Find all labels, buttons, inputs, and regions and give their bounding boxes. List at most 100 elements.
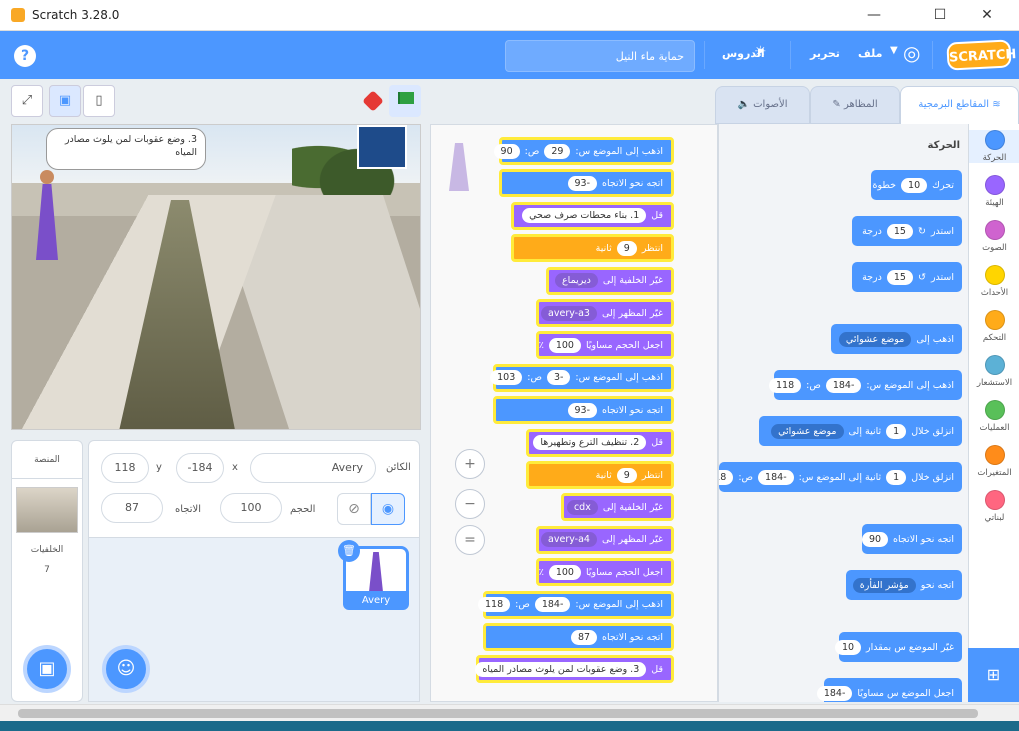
palette-block[interactable]: انزلق خلال 1 ثانية إلى الموضع س: -184 ص: 18 [719, 462, 962, 492]
block-input[interactable]: 103 [490, 370, 523, 386]
script-block[interactable]: غيّر الخلفية إلى ديريماع [546, 266, 674, 295]
palette-block[interactable]: انزلق خلال 1 ثانية إلى موضع عشوائي [759, 416, 962, 446]
block-input[interactable]: -184 [758, 469, 794, 485]
script-block[interactable]: اجعل الحجم مساويًا 100 ٪ [536, 331, 674, 360]
block-input[interactable]: 1. بناء محطات صرف صحي [522, 208, 647, 224]
block-dropdown[interactable]: موضع عشوائي [771, 423, 844, 439]
script-block[interactable]: غيّر المظهر إلى avery-a4 [536, 525, 674, 554]
green-flag-icon[interactable] [389, 85, 421, 117]
block-input[interactable]: avery-a4 [541, 532, 597, 548]
block-input[interactable]: 29 [544, 143, 571, 159]
globe-icon[interactable]: ◎ [903, 41, 920, 65]
block-input[interactable]: 18 [719, 469, 734, 485]
block-input[interactable]: 10 [834, 639, 862, 655]
block-input[interactable]: cdx [566, 499, 598, 515]
category-3[interactable]: الأحداث [969, 265, 1019, 298]
block-dropdown[interactable]: موضع عشوائي [838, 331, 912, 347]
show-eye-icon[interactable]: ◉ [371, 493, 405, 525]
palette-block[interactable]: اذهب إلى الموضع س: -184 ص: 118 [769, 370, 962, 400]
block-input[interactable]: -3 [546, 370, 571, 386]
fullscreen-icon[interactable]: ⤢ [11, 85, 43, 117]
hide-eye-icon[interactable]: ⊘ [337, 493, 371, 525]
script-block[interactable]: اذهب إلى الموضع س: -3 ص: 103 [490, 363, 674, 392]
close-button[interactable]: ✕ [967, 4, 1007, 26]
block-input[interactable]: 100 [548, 337, 581, 353]
block-input[interactable]: -93 [567, 175, 598, 191]
palette-block[interactable]: اتجه نحو الاتجاه 90 [861, 524, 962, 554]
x-input[interactable]: -184 [176, 453, 224, 483]
script-block[interactable]: اتجه نحو الاتجاه -93 [493, 396, 674, 425]
category-6[interactable]: العمليات [969, 400, 1019, 433]
palette-block[interactable]: اجعل الموضع س مساويًا -184 [816, 678, 962, 702]
block-input[interactable]: 100 [548, 564, 581, 580]
edit-menu[interactable]: تحرير [810, 47, 840, 60]
script-area[interactable]: اذهب إلى الموضع س: 29 ص: 90 اتجه نحو الاتجاه… [430, 124, 718, 702]
zoom-out-icon[interactable]: − [455, 489, 485, 519]
maximize-button[interactable]: ☐ [920, 4, 960, 26]
palette-block[interactable]: استدر ↺ 15 درجة [852, 262, 962, 292]
block-input[interactable]: 3. وضع عقوبات لمن يلوث مصادر المياه [475, 661, 647, 677]
avery-sprite[interactable] [34, 170, 60, 260]
script-block[interactable]: اتجه نحو الاتجاه -93 [499, 169, 674, 198]
script-block[interactable]: انتظر 9 ثانية [511, 234, 674, 263]
block-input[interactable]: avery-a3 [541, 305, 597, 321]
choose-backdrop-button[interactable]: ▣ [23, 645, 71, 693]
block-input[interactable]: 90 [493, 143, 520, 159]
small-stage-icon[interactable]: ▣ [49, 85, 81, 117]
block-input[interactable]: 1 [886, 423, 907, 439]
script-block[interactable]: غيّر المظهر إلى avery-a3 [536, 299, 674, 327]
block-input[interactable]: 15 [886, 223, 913, 239]
add-extension-icon[interactable]: ⊞ [968, 648, 1019, 702]
category-4[interactable]: التحكم [969, 310, 1019, 343]
scrollbar-thumb[interactable] [18, 709, 978, 718]
block-input[interactable]: ديريماع [555, 273, 598, 289]
block-input[interactable]: 118 [769, 377, 802, 393]
script-block[interactable]: قل 1. بناء محطات صرف صحي [511, 201, 674, 230]
tab-sounds[interactable]: 🔈 الأصوات [715, 86, 810, 124]
scratch-logo[interactable]: SCRATCH [946, 39, 1017, 71]
block-input[interactable]: 15 [886, 269, 913, 285]
zoom-in-icon[interactable]: + [455, 449, 485, 479]
help-icon[interactable]: ? [14, 45, 36, 67]
large-stage-icon[interactable]: ▯ [83, 85, 115, 117]
script-block[interactable]: قل 2. تنظيف الترع وتطهيرها [526, 428, 674, 457]
block-input[interactable]: -184 [534, 597, 571, 613]
size-input[interactable]: 100 [220, 493, 282, 523]
choose-sprite-button[interactable]: ☺ [102, 645, 150, 693]
category-0[interactable]: الحركة [969, 130, 1019, 163]
block-dropdown[interactable]: مؤشر الفأرة [852, 577, 916, 593]
block-input[interactable]: -184 [816, 685, 853, 701]
script-block[interactable]: اجعل الحجم مساويًا 100 ٪ [536, 558, 674, 587]
script-block[interactable]: اذهب إلى الموضع س: -184 ص: 118 [478, 590, 674, 619]
direction-input[interactable]: 87 [101, 493, 163, 523]
block-input[interactable]: -93 [567, 402, 598, 418]
block-input[interactable]: 1 [886, 469, 907, 485]
script-block[interactable]: انتظر 9 ثانية [526, 461, 674, 489]
block-input[interactable]: 118 [478, 597, 511, 613]
palette-block[interactable]: تحرك 10 خطوة [871, 170, 962, 200]
block-input[interactable]: 90 [861, 531, 889, 547]
palette-block[interactable]: اتجه نحو مؤشر الفأرة [846, 570, 962, 600]
block-input[interactable]: -184 [825, 377, 862, 393]
block-input[interactable]: 9 [616, 467, 637, 483]
category-8[interactable]: لبناتي [969, 490, 1019, 523]
horizontal-scrollbar[interactable] [0, 704, 1019, 721]
delete-sprite-icon[interactable]: 🗑 [338, 540, 360, 562]
project-title-input[interactable]: حماية ماء النيل [505, 40, 695, 72]
script-block[interactable]: اتجه نحو الاتجاه 87 [483, 623, 674, 651]
script-block[interactable]: غيّر الخلفية إلى cdx [561, 493, 674, 522]
y-input[interactable]: 118 [101, 453, 149, 483]
stage-canvas[interactable]: 3. وضع عقوبات لمن يلوث مصادر المياه [11, 124, 421, 430]
script-block[interactable]: قل 3. وضع عقوبات لمن يلوث مصادر المياه [475, 655, 674, 684]
minimize-button[interactable]: — [854, 4, 894, 26]
block-input[interactable]: 87 [570, 629, 598, 645]
block-input[interactable]: 10 [901, 177, 928, 193]
category-5[interactable]: الاستشعار [969, 355, 1019, 388]
stop-icon[interactable] [362, 90, 384, 112]
tab-code[interactable]: المقاطع البرمجية ≋ [900, 86, 1019, 124]
palette-block[interactable]: استدر ↻ 15 درجة [852, 216, 962, 246]
file-menu[interactable]: ملف [858, 47, 882, 60]
category-1[interactable]: الهيئة [969, 175, 1019, 208]
sprite-name-input[interactable]: Avery [250, 453, 376, 483]
palette-block[interactable]: اذهب إلى موضع عشوائي [831, 324, 962, 354]
